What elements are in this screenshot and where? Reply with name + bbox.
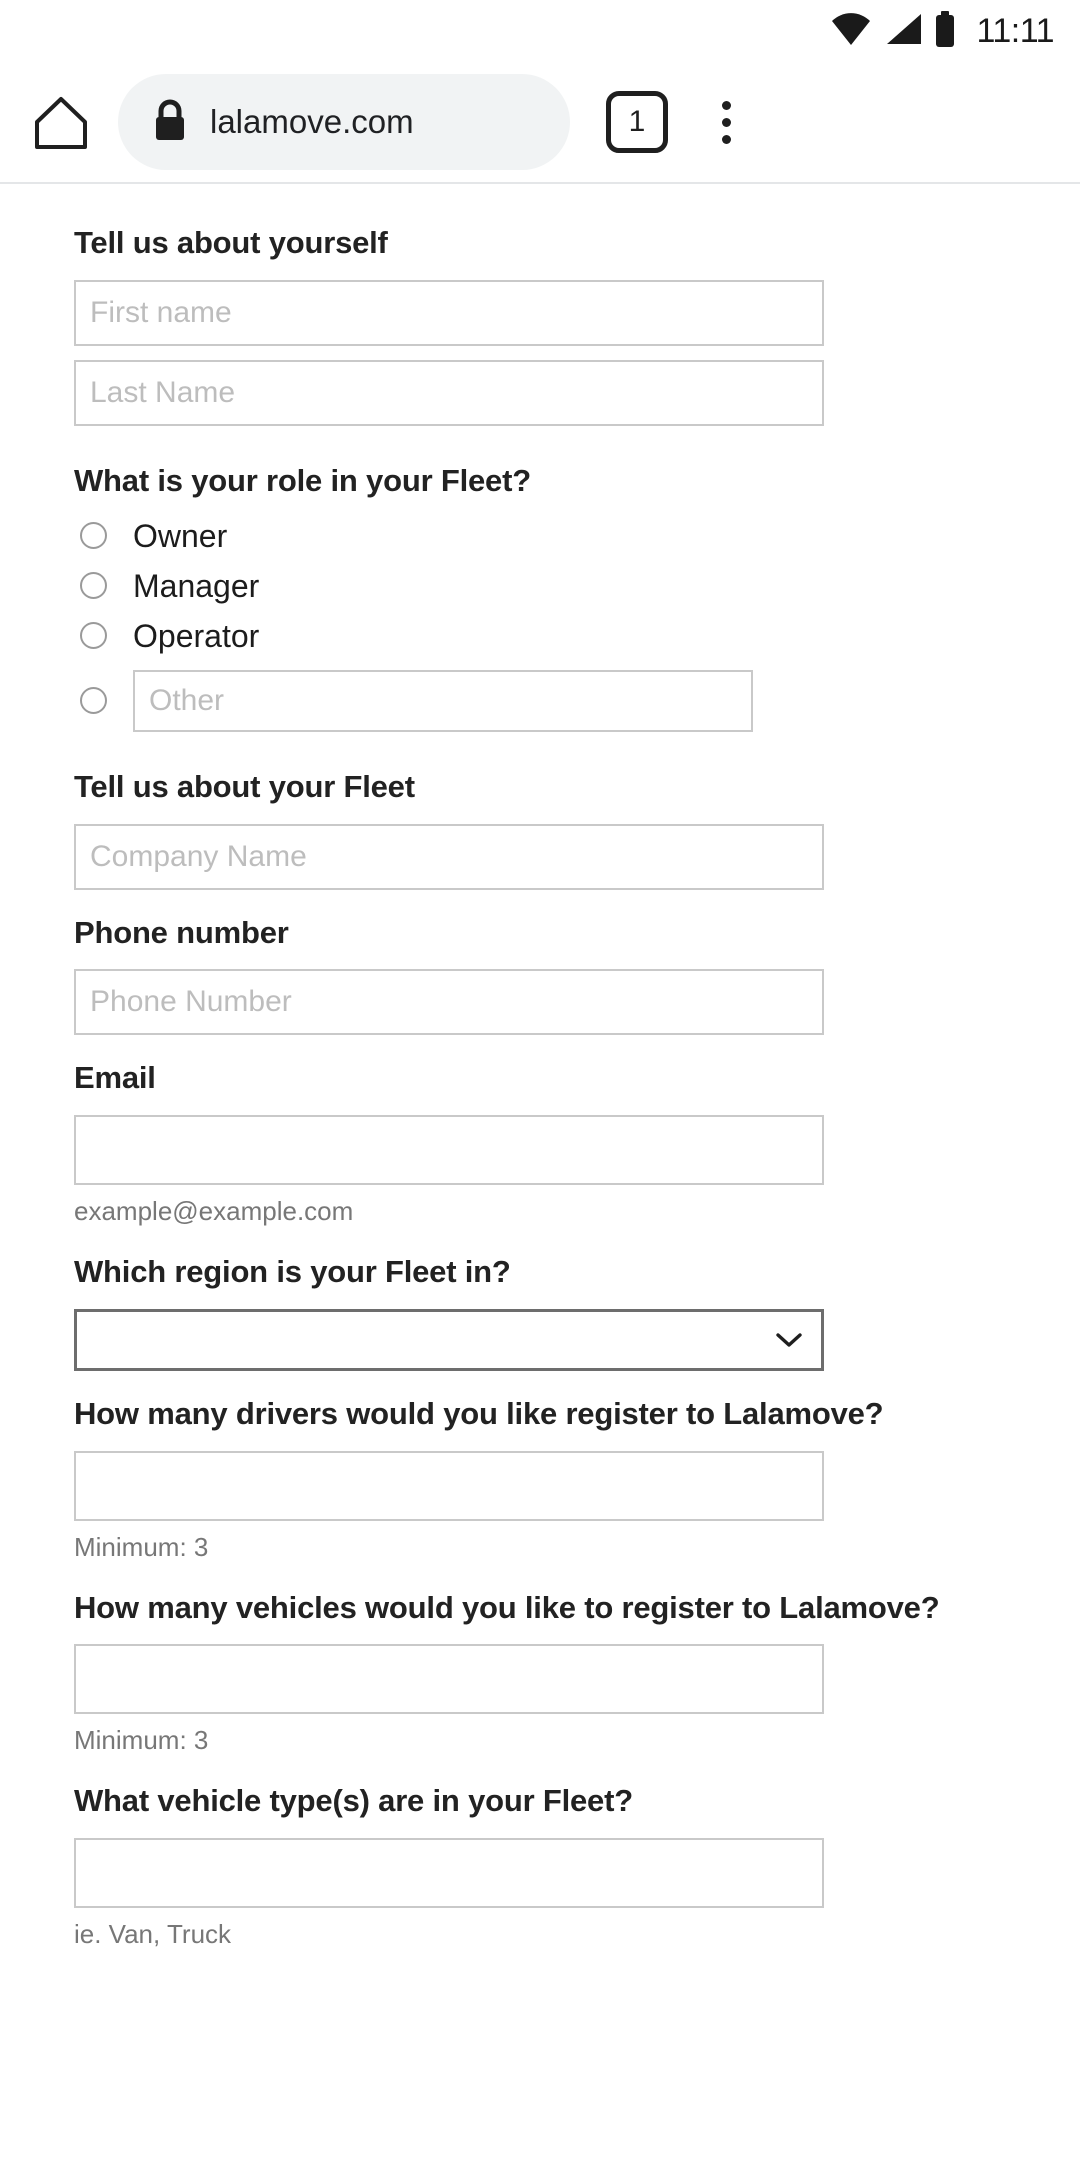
radio-button-icon[interactable] (80, 622, 107, 650)
question-vehicle-count: How many vehicles would you like to regi… (74, 1589, 940, 1625)
region-select-wrapper (74, 1308, 824, 1371)
question-role: What is your role in your Fleet? (74, 462, 531, 498)
radio-label-owner: Owner (133, 517, 228, 554)
radio-button-icon[interactable] (80, 522, 107, 550)
role-other-input[interactable] (133, 669, 753, 732)
menu-dot (721, 134, 731, 144)
vehicle-count-input[interactable] (74, 1644, 824, 1715)
driver-count-input[interactable] (74, 1450, 824, 1521)
first-name-input[interactable] (74, 279, 824, 346)
lock-icon (152, 98, 188, 147)
status-clock: 11:11 (976, 11, 1054, 50)
fleet-registration-form: Tell us about yourself What is your role… (0, 184, 1080, 1952)
hint-vehicle-types: ie. Van, Truck (74, 1918, 232, 1949)
company-name-input[interactable] (74, 823, 824, 890)
web-page-content: Tell us about yourself What is your role… (0, 184, 1080, 1952)
menu-dot (721, 100, 731, 110)
battery-icon (934, 10, 956, 52)
vehicle-types-input[interactable] (74, 1837, 824, 1908)
hint-email: example@example.com (74, 1196, 354, 1227)
radio-option-other[interactable] (74, 669, 1016, 732)
section-heading-fleet: Tell us about your Fleet (74, 768, 415, 804)
question-driver-count: How many drivers would you like register… (74, 1395, 884, 1431)
radio-option-owner[interactable]: Owner (74, 520, 1016, 552)
question-region: Which region is your Fleet in? (74, 1254, 511, 1290)
radio-option-operator[interactable]: Operator (74, 620, 1016, 652)
hint-driver-minimum: Minimum: 3 (74, 1531, 209, 1562)
question-vehicle-types: What vehicle type(s) are in your Fleet? (74, 1783, 633, 1819)
hint-vehicle-minimum: Minimum: 3 (74, 1725, 209, 1756)
last-name-input[interactable] (74, 359, 824, 426)
section-heading-yourself: Tell us about yourself (74, 225, 388, 260)
home-icon[interactable] (24, 85, 98, 159)
cellular-signal-icon (883, 12, 923, 51)
browser-toolbar: lalamove.com 1 (0, 62, 1080, 182)
email-input[interactable] (74, 1115, 824, 1186)
phone-number-input[interactable] (74, 969, 824, 1036)
label-email: Email (74, 1060, 156, 1096)
tab-switcher-button[interactable]: 1 (606, 91, 668, 153)
radio-label-operator: Operator (133, 617, 260, 654)
wifi-icon (830, 12, 872, 51)
tab-count: 1 (628, 105, 646, 138)
region-select[interactable] (74, 1308, 824, 1371)
menu-dot (721, 117, 731, 127)
label-phone-number: Phone number (74, 914, 289, 950)
status-icons (830, 10, 956, 52)
url-bar[interactable]: lalamove.com (118, 74, 570, 170)
url-text: lalamove.com (210, 103, 414, 140)
radio-option-manager[interactable]: Manager (74, 570, 1016, 602)
radio-button-icon[interactable] (80, 572, 107, 600)
overflow-menu-icon[interactable] (696, 85, 756, 159)
status-bar: 11:11 (0, 0, 1080, 62)
radio-label-manager: Manager (133, 567, 260, 604)
radio-button-icon[interactable] (80, 687, 107, 715)
